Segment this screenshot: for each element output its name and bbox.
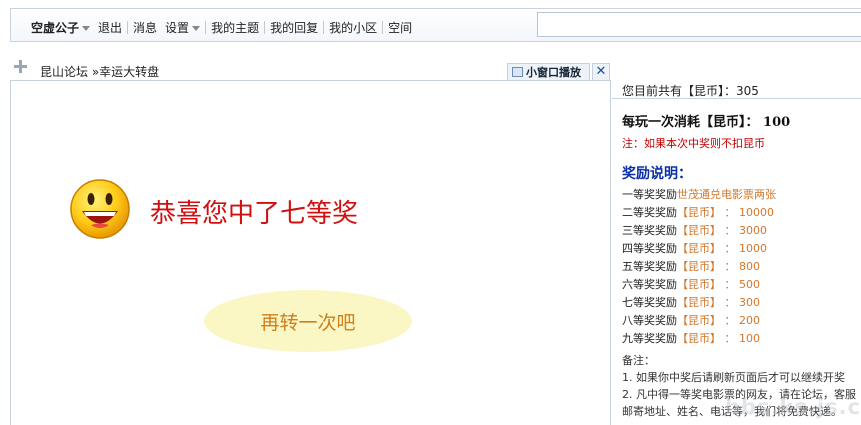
space-link[interactable]: 空间	[388, 19, 412, 36]
site-watermark: bbs.ks.js.cn	[725, 395, 861, 419]
window-icon	[512, 67, 523, 77]
breadcrumb[interactable]: 昆山论坛 »幸运大转盘	[40, 63, 159, 80]
prize-level: 一等奖奖励	[622, 188, 677, 201]
list-item: 七等奖奖励【昆币】 ： 300	[622, 294, 776, 312]
close-icon[interactable]: ✕	[592, 63, 610, 81]
divider	[382, 20, 384, 34]
list-item: 三等奖奖励【昆币】 ： 3000	[622, 222, 776, 240]
username-menu[interactable]: 空虚公子	[31, 19, 91, 36]
reward-info-sidebar: 您目前共有【昆币】：305 每玩一次消耗【昆币】： 100 注：如果本次中奖则不…	[612, 80, 861, 425]
popup-window-label: 小窗口播放	[526, 66, 581, 79]
prize-level: 三等奖奖励	[622, 224, 677, 237]
divider	[205, 20, 207, 34]
prize-reward: 【昆币】 ： 800	[677, 260, 760, 273]
smiley-icon	[70, 179, 130, 239]
prize-reward: 【昆币】 ： 1000	[677, 242, 767, 255]
remark-line: 备注：	[622, 354, 655, 367]
list-item: 八等奖奖励【昆币】 ： 200	[622, 312, 776, 330]
chevron-down-icon	[192, 25, 201, 31]
top-toolbar: 空虚公子 退出 消息 设置 我的主题 我的回复 我的小区 空间	[10, 8, 861, 42]
prize-reward: 【昆币】 ： 3000	[677, 224, 767, 237]
divider	[612, 98, 861, 99]
settings-menu[interactable]: 设置	[165, 19, 201, 36]
settings-label: 设置	[165, 20, 190, 35]
congratulations-message: 恭喜您中了七等奖	[150, 199, 359, 229]
list-item: 一等奖奖励世茂通兑电影票两张	[622, 186, 776, 204]
prize-level: 六等奖奖励	[622, 278, 677, 291]
chevron-down-icon	[82, 25, 91, 31]
username-label: 空虚公子	[31, 20, 80, 35]
expand-plus-icon[interactable]	[14, 60, 27, 73]
prize-reward: 【昆币】 ： 300	[677, 296, 760, 309]
spin-again-button[interactable]: 再转一次吧	[204, 290, 412, 352]
prize-level: 七等奖奖励	[622, 296, 677, 309]
list-item: 五等奖奖励【昆币】 ： 800	[622, 258, 776, 276]
divider	[264, 20, 266, 34]
prize-list: 一等奖奖励世茂通兑电影票两张 二等奖奖励【昆币】 ： 10000 三等奖奖励【昆…	[622, 186, 776, 348]
divider	[323, 20, 325, 34]
messages-link[interactable]: 消息	[133, 19, 157, 36]
my-community-link[interactable]: 我的小区	[329, 19, 377, 36]
reward-heading: 奖励说明：	[622, 166, 692, 182]
coin-balance: 您目前共有【昆币】：305	[622, 84, 759, 98]
search-input[interactable]	[537, 12, 861, 37]
prize-level: 四等奖奖励	[622, 242, 677, 255]
prize-reward: 【昆币】 ： 100	[677, 332, 760, 345]
list-item: 九等奖奖励【昆币】 ： 100	[622, 330, 776, 348]
divider	[127, 20, 129, 34]
prize-reward: 世茂通兑电影票两张	[677, 188, 776, 201]
prize-level: 八等奖奖励	[622, 314, 677, 327]
lottery-result-panel	[10, 80, 611, 425]
list-item: 四等奖奖励【昆币】 ： 1000	[622, 240, 776, 258]
prize-level: 二等奖奖励	[622, 206, 677, 219]
cost-note: 注：如果本次中奖则不扣昆币	[622, 137, 765, 150]
prize-level: 九等奖奖励	[622, 332, 677, 345]
list-item: 六等奖奖励【昆币】 ： 500	[622, 276, 776, 294]
list-item: 二等奖奖励【昆币】 ： 10000	[622, 204, 776, 222]
prize-level: 五等奖奖励	[622, 260, 677, 273]
logout-link[interactable]: 退出	[98, 19, 122, 36]
prize-reward: 【昆币】 ： 10000	[677, 206, 774, 219]
cost-per-play: 每玩一次消耗【昆币】： 100	[622, 115, 791, 130]
user-nav: 空虚公子 退出 消息 设置 我的主题 我的回复 我的小区 空间	[31, 19, 412, 35]
my-topics-link[interactable]: 我的主题	[211, 19, 259, 36]
prize-reward: 【昆币】 ： 500	[677, 278, 760, 291]
popup-window-button[interactable]: 小窗口播放	[507, 63, 590, 81]
prize-reward: 【昆币】 ： 200	[677, 314, 760, 327]
my-replies-link[interactable]: 我的回复	[270, 19, 318, 36]
remark-line: 1. 如果你中奖后请刷新页面后才可以继续开奖	[622, 371, 845, 384]
